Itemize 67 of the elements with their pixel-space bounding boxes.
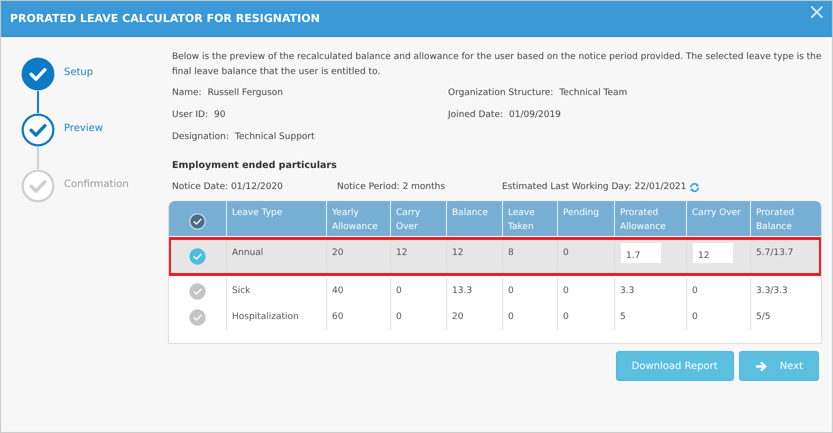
column-header: Carry Over bbox=[692, 208, 741, 218]
refresh-icon[interactable] bbox=[689, 182, 700, 192]
close-button[interactable]: × bbox=[802, 3, 832, 23]
table-cell: 20 bbox=[332, 248, 344, 258]
table-cell: 0 bbox=[396, 312, 402, 322]
table-cell: 0 bbox=[692, 312, 698, 322]
table-cell: 0 bbox=[508, 286, 514, 296]
step-label[interactable]: Preview bbox=[64, 123, 103, 137]
step-check-icon[interactable] bbox=[21, 57, 55, 91]
table-cell: Annual bbox=[232, 248, 264, 258]
row-checkbox[interactable] bbox=[189, 248, 206, 265]
table-cell: 8 bbox=[508, 248, 514, 258]
table-cell: 0 bbox=[508, 312, 514, 322]
table-cell: 12 bbox=[396, 248, 408, 258]
table-cell: 0 bbox=[692, 286, 698, 296]
detail-label: Joined Date: bbox=[448, 110, 504, 122]
column-header: Leave Taken bbox=[508, 208, 535, 232]
detail-label: Name: bbox=[172, 88, 202, 100]
next-button[interactable]: Next bbox=[738, 351, 819, 381]
column-header: Prorated Balance bbox=[756, 208, 794, 232]
download-button[interactable]: Download Report bbox=[616, 351, 734, 381]
column-header: Pending bbox=[563, 208, 599, 218]
arrow-right-icon bbox=[754, 360, 768, 372]
table-cell: 40 bbox=[332, 286, 344, 296]
table-cell: 13.3 bbox=[452, 286, 472, 296]
notice-period: Notice Period: 2 months bbox=[337, 182, 446, 192]
input-field[interactable]: 1.7 bbox=[620, 242, 662, 264]
detail-label: Organization Structure: bbox=[448, 88, 554, 100]
table-row[interactable]: Annual 20 12 12 8 0 1.7 12 5.7/13.7 bbox=[169, 238, 821, 275]
detail-value: Russell Ferguson bbox=[208, 88, 284, 100]
table-cell: 12 bbox=[452, 248, 464, 258]
select-all-checkbox[interactable] bbox=[189, 212, 206, 230]
table-cell: Hospitalization bbox=[232, 312, 299, 322]
table-cell: 20 bbox=[452, 312, 464, 322]
step-label[interactable]: Setup bbox=[64, 67, 94, 81]
notice-date: Notice Date: 01/12/2020 bbox=[172, 182, 284, 192]
table-cell: 60 bbox=[332, 312, 344, 322]
table-cell: 5.7/13.7 bbox=[756, 248, 794, 258]
detail-label: Designation: bbox=[172, 132, 229, 144]
window-title: PRORATED LEAVE CALCULATOR FOR RESIGNATION bbox=[10, 12, 320, 25]
row-checkbox[interactable] bbox=[189, 308, 206, 326]
table-cell: 0 bbox=[396, 286, 402, 296]
table-cell: 5/5 bbox=[756, 312, 770, 322]
table-cell: Sick bbox=[232, 286, 250, 296]
detail-value: Technical Team bbox=[559, 88, 628, 100]
detail-label: User ID: bbox=[172, 110, 208, 122]
table-cell: 0 bbox=[563, 286, 569, 296]
last-working-day: Estimated Last Working Day: 22/01/2021 bbox=[502, 182, 686, 192]
row-checkbox[interactable] bbox=[189, 282, 206, 300]
column-header: Yearly Allowance bbox=[332, 208, 378, 232]
table-cell: 5 bbox=[620, 312, 626, 322]
table-cell: 3.3/3.3 bbox=[756, 286, 788, 296]
detail-value: Technical Support bbox=[234, 132, 315, 144]
detail-value: 01/09/2019 bbox=[509, 110, 561, 122]
step-label[interactable]: Confirmation bbox=[64, 179, 129, 193]
intro-text: Below is the preview of the recalculated balance and allowance for the user based on the notice period provided. The selected leave type is the final leave balance that the user is entitled to. bbox=[172, 51, 822, 79]
step-check-icon[interactable] bbox=[21, 113, 55, 147]
table-cell: 0 bbox=[563, 312, 569, 322]
column-header: Balance bbox=[452, 208, 488, 218]
detail-value: 90 bbox=[214, 110, 226, 122]
table-cell: 0 bbox=[563, 248, 569, 258]
section-heading: Employment ended particulars bbox=[172, 160, 338, 171]
column-header: Carry Over bbox=[396, 208, 420, 232]
input-field[interactable]: 12 bbox=[692, 242, 734, 264]
column-header: Leave Type bbox=[232, 208, 282, 218]
table-cell: 3.3 bbox=[620, 286, 634, 296]
column-header: Prorated Allowance bbox=[620, 208, 666, 232]
